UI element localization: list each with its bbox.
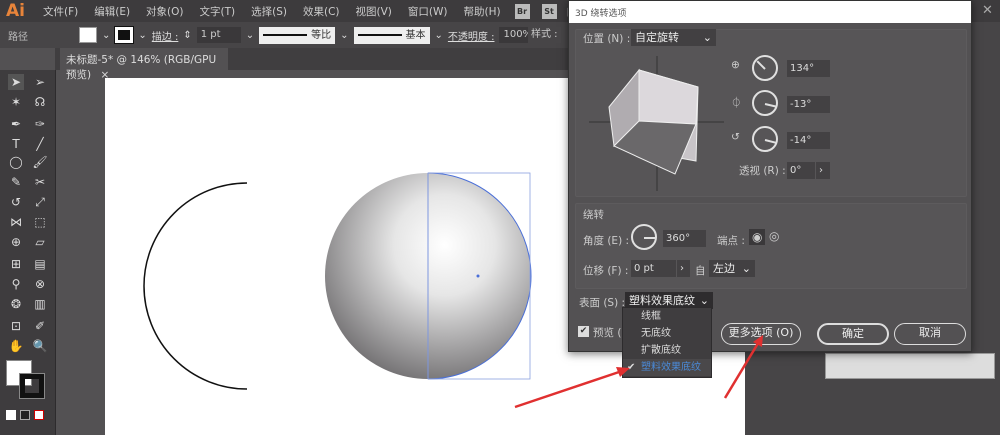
z-axis-rotate-icon: ↺ [731,131,740,143]
checkmark-icon: ✔ [627,362,636,373]
cap-label: 端点 : [717,235,745,247]
surface-option-diffuse[interactable]: 扩散底纹 [623,342,711,359]
angle-dial[interactable] [631,224,657,250]
x-axis-rotate-icon: ⊕ [731,59,740,71]
surface-option-wireframe[interactable]: 线框 [623,308,711,325]
cap-off-icon[interactable]: ◎ [769,229,779,243]
perspective-label: 透视 (R) : [739,165,786,177]
x-rotation-input[interactable]: 134° [787,60,830,77]
style-label: 样式 : [528,27,561,43]
position-dropdown[interactable]: 自定旋转 ⌄ [631,29,716,46]
from-label: 自 [695,265,706,277]
cancel-button[interactable]: 取消 [894,323,966,345]
y-rotation-dial[interactable] [752,90,778,116]
profile-arc[interactable] [143,182,248,390]
ok-button[interactable]: 确定 [817,323,889,345]
chevron-down-icon: ⌄ [741,262,751,275]
3d-revolve-options-dialog: 3D 绕转选项 位置 (N) : 自定旋转 ⌄ ⊕ 134° ⏀ -13° ↺ -… [568,0,972,352]
chevron-right-icon[interactable]: › [816,162,830,179]
dialog-title: 3D 绕转选项 [569,1,971,23]
preview-checkbox[interactable]: ✔ [578,326,589,337]
perspective-input[interactable]: 0° [787,162,815,179]
offset-label: 位移 (F) : [583,265,629,277]
from-dropdown[interactable]: 左边 ⌄ [709,260,755,277]
z-rotation-dial[interactable] [752,126,778,152]
angle-label: 角度 (E) : [583,235,630,247]
close-dialog-icon[interactable]: ✕ [975,0,1000,22]
cap-on-icon[interactable]: ◉ [749,229,766,245]
x-rotation-dial[interactable] [752,55,778,81]
surface-dropdown-menu: 线框 无底纹 扩散底纹 ✔ 塑料效果底纹 [622,307,712,378]
surface-option-no-shading[interactable]: 无底纹 [623,325,711,342]
surface-label: 表面 (S) : [579,297,626,309]
y-rotation-input[interactable]: -13° [787,96,830,113]
chevron-right-icon[interactable]: › [677,260,690,277]
offset-input[interactable]: 0 pt [631,260,676,277]
rotation-cube-track[interactable] [589,56,724,191]
angle-input[interactable]: 360° [663,230,706,247]
surface-option-plastic[interactable]: ✔ 塑料效果底纹 [623,359,711,376]
position-label: 位置 (N) : [583,33,631,45]
z-rotation-input[interactable]: -14° [787,132,830,149]
graphic-styles-swatches[interactable] [825,353,995,379]
chevron-down-icon: ⌄ [702,31,712,44]
y-axis-rotate-icon: ⏀ [731,97,742,109]
revolve-section-label: 绕转 [583,209,604,221]
more-options-button[interactable]: 更多选项 (O) [721,323,801,345]
